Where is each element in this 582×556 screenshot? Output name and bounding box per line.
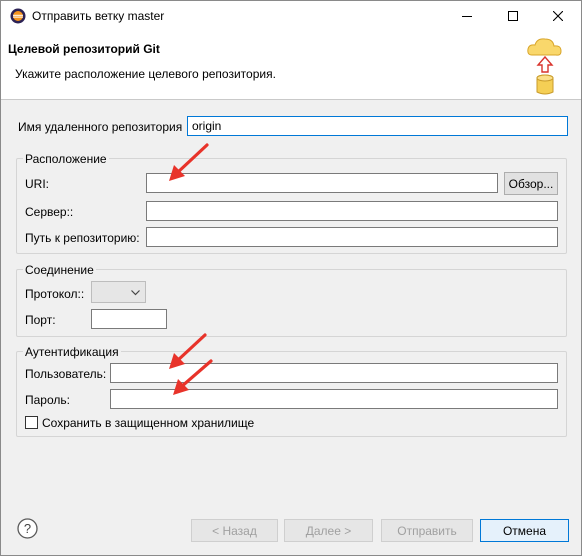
repository-path-label: Путь к репозиторию: bbox=[25, 231, 140, 245]
protocol-select[interactable] bbox=[91, 281, 146, 303]
remote-name-label: Имя удаленного репозитория bbox=[18, 120, 183, 134]
chevron-down-icon bbox=[131, 290, 140, 296]
port-input[interactable] bbox=[91, 309, 167, 329]
uri-label: URI: bbox=[25, 177, 49, 191]
svg-text:?: ? bbox=[24, 521, 31, 536]
maximize-button[interactable] bbox=[490, 1, 536, 31]
minimize-icon bbox=[462, 16, 472, 17]
authentication-group-title: Аутентификация bbox=[23, 345, 121, 359]
wizard-header: Целевой репозиторий Git Укажите располож… bbox=[1, 31, 581, 100]
eclipse-app-icon bbox=[10, 8, 26, 24]
annotation-arrow-icon bbox=[169, 143, 209, 181]
password-label: Пароль: bbox=[25, 393, 70, 407]
close-icon bbox=[553, 11, 563, 21]
help-icon[interactable]: ? bbox=[17, 518, 38, 539]
repository-path-input[interactable] bbox=[146, 227, 558, 247]
annotation-arrow-icon bbox=[173, 359, 213, 395]
page-title: Целевой репозиторий Git bbox=[8, 42, 160, 56]
browse-button[interactable]: Обзор... bbox=[504, 172, 558, 195]
close-button[interactable] bbox=[535, 1, 581, 31]
store-in-secure-storage-label: Сохранить в защищенном хранилище bbox=[42, 416, 255, 430]
minimize-button[interactable] bbox=[444, 1, 490, 31]
server-input[interactable] bbox=[146, 201, 558, 221]
next-button[interactable]: Далее > bbox=[284, 519, 373, 542]
push-branch-dialog: Отправить ветку master Целевой репозитор… bbox=[0, 0, 582, 556]
page-description: Укажите расположение целевого репозитори… bbox=[15, 67, 276, 81]
location-group-title: Расположение bbox=[23, 152, 109, 166]
push-to-cloud-icon bbox=[527, 38, 562, 95]
maximize-icon bbox=[508, 11, 518, 21]
connection-group-title: Соединение bbox=[23, 263, 96, 277]
protocol-label: Протокол:: bbox=[25, 287, 85, 301]
window-title: Отправить ветку master bbox=[32, 9, 165, 23]
back-button[interactable]: < Назад bbox=[191, 519, 278, 542]
remote-name-input[interactable]: origin bbox=[187, 116, 568, 136]
port-label: Порт: bbox=[25, 313, 56, 327]
user-label: Пользователь: bbox=[25, 367, 107, 381]
store-in-secure-storage-checkbox[interactable] bbox=[25, 416, 38, 429]
cancel-button[interactable]: Отмена bbox=[480, 519, 569, 542]
server-label: Сервер:: bbox=[25, 205, 74, 219]
title-bar: Отправить ветку master bbox=[1, 1, 581, 31]
push-button[interactable]: Отправить bbox=[381, 519, 473, 542]
